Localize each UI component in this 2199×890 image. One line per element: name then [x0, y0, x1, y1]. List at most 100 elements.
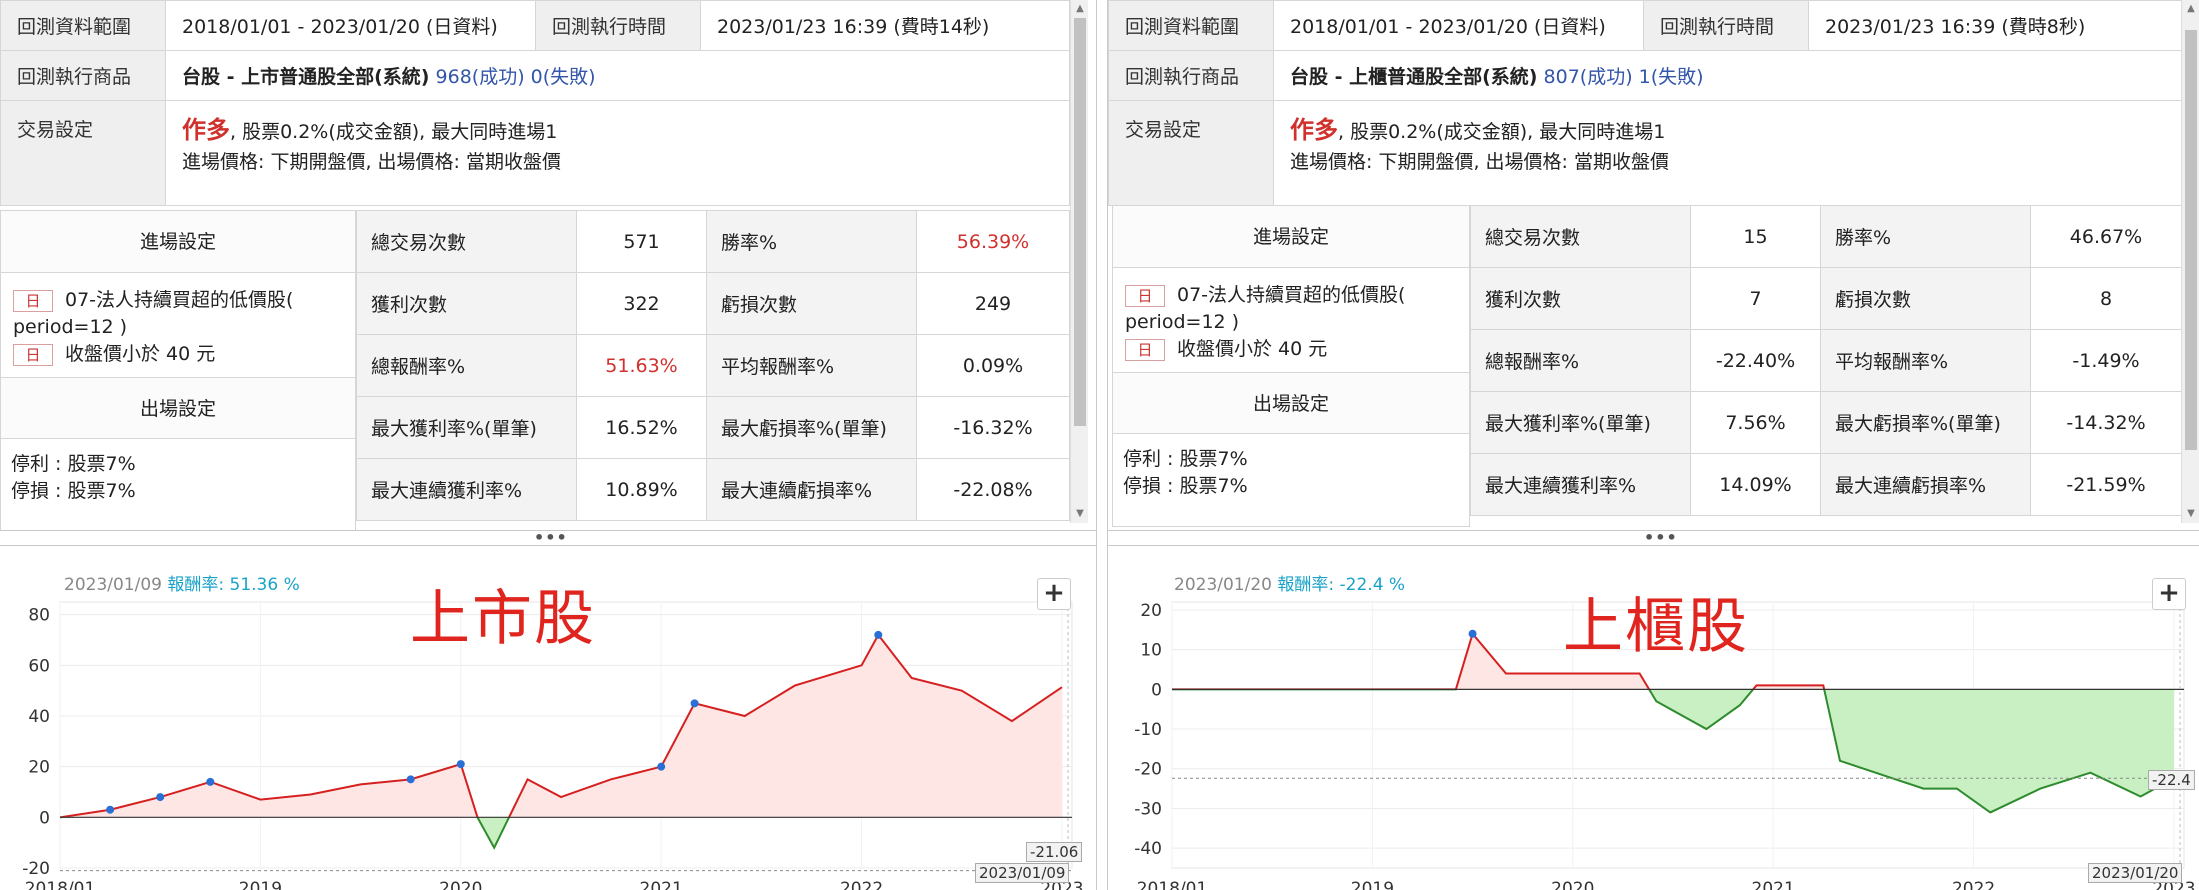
setup-box: 進場設定 日 07-法人持續買超的低價股( period=12 ) 日收盤價小於 …	[1112, 205, 1470, 527]
trade-direction: 作多	[182, 116, 230, 144]
product-name: 台股 - 上櫃普通股全部(系統)	[1290, 66, 1538, 88]
trade-marker	[406, 775, 415, 784]
y-tick-label: 0	[1151, 680, 1162, 700]
vertical-scrollbar[interactable]: ▲ ▼	[2181, 0, 2199, 523]
exec-time-label: 回測執行時間	[1643, 0, 1809, 51]
exec-time-label: 回測執行時間	[535, 0, 701, 51]
fail-count[interactable]: 0(失敗)	[531, 66, 596, 88]
left-backtest-panel: 回測資料範圍 2018/01/01 - 2023/01/20 (日資料) 回測執…	[0, 0, 1096, 890]
exit-header: 出場設定	[1113, 372, 1469, 434]
right-backtest-panel: 回測資料範圍 2018/01/01 - 2023/01/20 (日資料) 回測執…	[1108, 0, 2199, 890]
exit-conditions: 停利 : 股票7% 停損 : 股票7%	[1, 439, 355, 517]
daily-badge: 日	[13, 343, 53, 366]
stop-loss: 停損 : 股票7%	[11, 480, 136, 502]
x-tick-label: 2022	[840, 879, 883, 890]
chart-tooltip: 2023/01/20 報酬率: -22.4 %	[1174, 570, 1405, 595]
dashed-line-label: -22.4	[2148, 770, 2195, 790]
scrollbar-thumb[interactable]	[2185, 30, 2197, 450]
trade-marker	[106, 805, 115, 814]
exec-time-value: 2023/01/23 16:39 (費時14秒)	[700, 0, 1070, 51]
dashed-line-label: -21.06	[1026, 842, 1083, 862]
trade-marker	[657, 762, 666, 771]
y-tick-label: 40	[28, 707, 50, 727]
trade-line1: , 股票0.2%(成交金額), 最大同時進場1	[230, 121, 558, 143]
equity-chart: 20 10 0 -10 -20 -30 -40 2018/01 2019 2020 2021 2022…	[1108, 560, 2199, 890]
stat-label: 虧損次數	[1820, 267, 2031, 330]
stats-row: 總報酬率% 51.63% 平均報酬率% 0.09%	[356, 334, 1070, 397]
stat-value: 249	[916, 272, 1070, 335]
stats-row: 最大獲利率%(單筆) 7.56% 最大虧損率%(單筆) -14.32%	[1470, 391, 2182, 454]
stats-table: 總交易次數 571 勝率% 56.39% 獲利次數 322 虧損次數 249 總報酬率% 51.6…	[356, 210, 1070, 521]
success-count[interactable]: 807(成功)	[1544, 66, 1633, 88]
drag-handle-icon[interactable]: •••	[534, 528, 568, 547]
product-value: 台股 - 上市普通股全部(系統) 968(成功) 0(失敗)	[165, 50, 1070, 101]
x-tick-label: 2020	[1551, 879, 1594, 890]
scroll-up-icon[interactable]: ▲	[2182, 0, 2199, 18]
stats-row: 最大連續獲利率% 14.09% 最大連續虧損率% -21.59%	[1470, 453, 2182, 516]
stop-loss: 停損 : 股票7%	[1123, 475, 1248, 497]
x-tick-label: 2019	[239, 879, 282, 890]
scroll-down-icon[interactable]: ▼	[2182, 505, 2199, 523]
resize-splitter[interactable]: •••	[0, 528, 1096, 547]
stat-value: -16.32%	[916, 396, 1070, 459]
take-profit: 停利 : 股票7%	[11, 453, 136, 475]
y-tick-label: -10	[1134, 720, 1162, 740]
stats-row: 總報酬率% -22.40% 平均報酬率% -1.49%	[1470, 329, 2182, 392]
stat-label: 總交易次數	[1470, 205, 1691, 268]
crosshair-date-label: 2023/01/09	[975, 863, 1070, 883]
y-tick-label: 20	[1140, 601, 1162, 621]
range-label: 回測資料範圍	[1108, 0, 1274, 51]
stat-label: 平均報酬率%	[706, 334, 917, 397]
x-tick-label: 2019	[1351, 879, 1394, 890]
take-profit: 停利 : 股票7%	[1123, 448, 1248, 470]
stat-value: 15	[1690, 205, 1821, 268]
x-tick-label: 2021	[1752, 879, 1795, 890]
daily-badge: 日	[1125, 338, 1165, 361]
trade-line2: 進場價格: 下期開盤價, 出場價格: 當期收盤價	[1290, 151, 1669, 173]
stat-label: 最大連續虧損率%	[706, 458, 917, 521]
scroll-up-icon[interactable]: ▲	[1071, 0, 1089, 18]
stat-label: 虧損次數	[706, 272, 917, 335]
y-tick-label: -20	[22, 859, 50, 879]
stat-value: 46.67%	[2030, 205, 2182, 268]
stat-value: 56.39%	[916, 210, 1070, 273]
equity-chart: 80 60 40 20 0 -20 2018/01 2019 2020 2021 2022 2023 …	[0, 560, 1096, 890]
success-count[interactable]: 968(成功)	[436, 66, 525, 88]
stat-label: 總報酬率%	[1470, 329, 1691, 392]
entry-condition: 日 07-法人持續買超的低價股(	[13, 287, 345, 314]
exit-header: 出場設定	[1, 377, 355, 439]
entry-condition: 日收盤價小於 40 元	[1125, 336, 1459, 363]
y-tick-label: -30	[1134, 799, 1162, 819]
zoom-plus-icon[interactable]: +	[2152, 578, 2186, 610]
stat-label: 最大連續虧損率%	[1820, 453, 2031, 516]
trade-label: 交易設定	[1108, 100, 1274, 206]
tooltip-date: 2023/01/09	[64, 575, 162, 595]
stats-row: 總交易次數 15 勝率% 46.67%	[1470, 205, 2182, 268]
stat-label: 總交易次數	[356, 210, 577, 273]
resize-splitter[interactable]: •••	[1108, 528, 2199, 547]
zoom-plus-icon[interactable]: +	[1037, 578, 1071, 610]
fail-count[interactable]: 1(失敗)	[1639, 66, 1704, 88]
range-value: 2018/01/01 - 2023/01/20 (日資料)	[165, 0, 536, 51]
trade-marker	[206, 777, 215, 786]
stat-value: 16.52%	[576, 396, 707, 459]
chart-overlay-title: 上市股	[410, 584, 596, 654]
trade-marker	[456, 760, 465, 769]
chart-overlay-title: 上櫃股	[1563, 592, 1749, 662]
product-label: 回測執行商品	[0, 50, 166, 101]
backtest-info-table: 回測資料範圍 2018/01/01 - 2023/01/20 (日資料) 回測執…	[0, 0, 1070, 206]
stat-label: 最大虧損率%(單筆)	[1820, 391, 2031, 454]
setup-box: 進場設定 日 07-法人持續買超的低價股( period=12 ) 日收盤價小於 …	[0, 210, 356, 532]
y-tick-label: 10	[1140, 641, 1162, 661]
entry-condition: 日 07-法人持續買超的低價股(	[1125, 282, 1459, 309]
entry-conditions: 日 07-法人持續買超的低價股( period=12 ) 日收盤價小於 40 元	[1, 273, 355, 377]
stat-value: -14.32%	[2030, 391, 2182, 454]
vertical-scrollbar[interactable]: ▲ ▼	[1070, 0, 1088, 523]
drag-handle-icon[interactable]: •••	[1644, 528, 1678, 547]
stat-value: 7	[1690, 267, 1821, 330]
range-label: 回測資料範圍	[0, 0, 166, 51]
stat-label: 最大連續獲利率%	[1470, 453, 1691, 516]
trade-marker	[690, 699, 699, 708]
scroll-down-icon[interactable]: ▼	[1071, 505, 1089, 523]
scrollbar-thumb[interactable]	[1074, 18, 1086, 426]
